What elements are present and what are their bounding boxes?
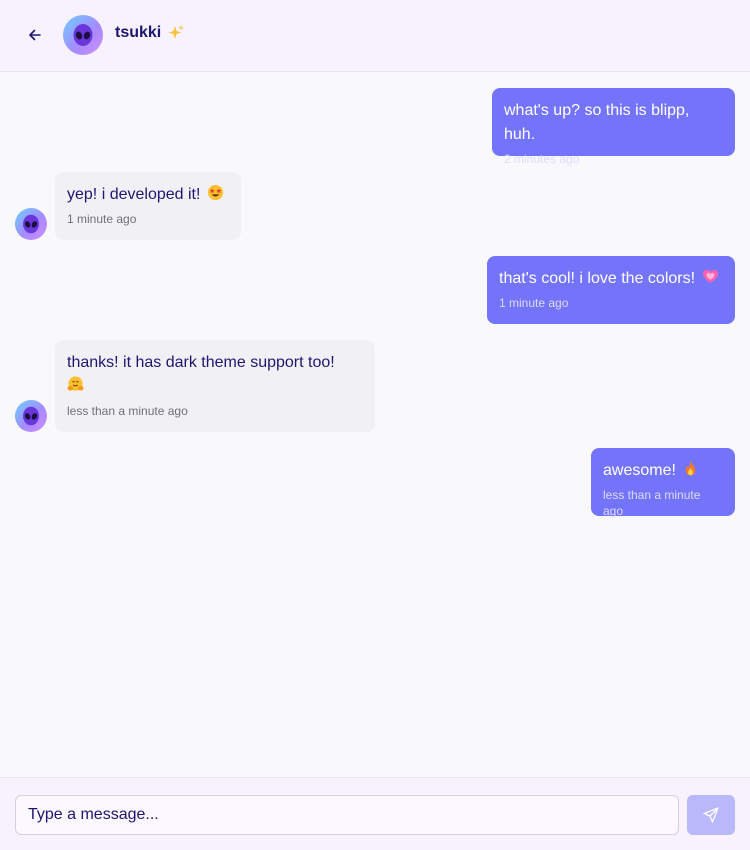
send-button[interactable] — [687, 795, 735, 835]
message-text: thanks! it has dark theme support too! — [67, 354, 335, 371]
message-text: what's up? so this is blipp, huh. — [504, 102, 690, 143]
contact-name-text: tsukki — [115, 24, 162, 41]
message-timestamp: 1 minute ago — [499, 296, 569, 310]
contact-avatar[interactable] — [63, 15, 103, 55]
message-timestamp: less than a minute ago — [67, 404, 188, 418]
message-bubble-outgoing: awesome! less than a minute ago — [591, 448, 735, 518]
sender-avatar — [15, 400, 47, 432]
send-icon — [703, 807, 719, 823]
message-bubble-incoming: thanks! it has dark theme support too! l… — [55, 340, 375, 432]
alien-icon — [73, 24, 93, 46]
contact-name: tsukki — [115, 24, 185, 42]
message-bubble-outgoing: what's up? so this is blipp, huh. 2 minu… — [492, 88, 735, 166]
hugging-face-emoji — [67, 376, 84, 391]
message-text: yep! i developed it! — [67, 186, 201, 203]
message-timestamp: 1 minute ago — [67, 212, 137, 226]
chat-screen: tsukki what's up? so this is blipp, huh.… — [0, 0, 750, 850]
message-bubble-incoming: yep! i developed it! 1 minute ago — [55, 172, 241, 240]
alien-icon — [22, 214, 40, 234]
back-button[interactable] — [21, 21, 49, 49]
alien-icon — [22, 406, 40, 426]
message-bubble-outgoing: that's cool! i love the colors! 1 minute… — [487, 256, 735, 324]
sender-avatar — [15, 208, 47, 240]
message-composer — [0, 777, 750, 850]
chat-header: tsukki — [0, 0, 750, 72]
pink-heart-emoji — [702, 269, 718, 284]
star-struck-emoji — [207, 184, 223, 201]
message-text: awesome! — [603, 462, 676, 479]
message-input[interactable] — [15, 795, 679, 835]
message-timestamp: 2 minutes ago — [504, 152, 580, 166]
message-text: that's cool! i love the colors! — [499, 270, 696, 287]
fire-emoji — [686, 460, 696, 476]
message-timestamp: less than a minute ago — [603, 488, 701, 518]
sparkles-icon — [168, 25, 185, 39]
arrow-left-icon — [29, 29, 41, 41]
